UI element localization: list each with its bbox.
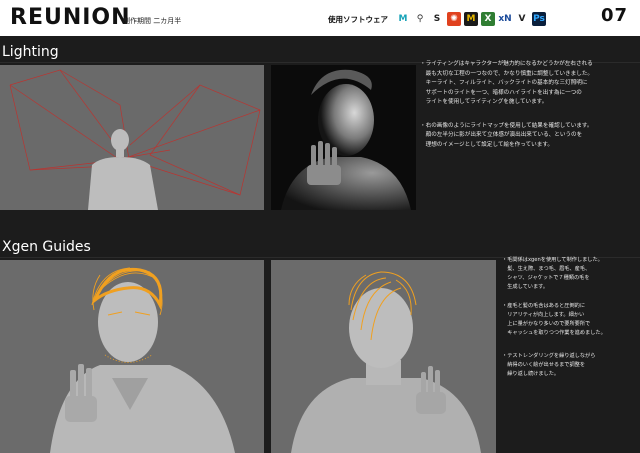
page-number: 07 [600, 5, 628, 26]
xgen-section-title: Xgen Guides [2, 239, 91, 255]
xgen-back-viewport-image [271, 260, 496, 453]
software-icon-row: M ⚲ S ✺ M XxN V Ps [396, 10, 546, 28]
xgen-text-1: ・毛関係はxgenを使用して制作しました。 髪、生え際、まつ毛、眉毛、産毛、 シ… [502, 257, 603, 290]
substance-icon: S [430, 12, 444, 26]
portfolio-page: REUNION 制作期間 二カ月半 使用ソフトウェア M ⚲ S ✺ M XxN V Ps 0… [0, 0, 640, 453]
xgen-text-2: ・産毛と髪の毛含はあると圧倒的に リアリティが向上します。細かい 上に量がかなり… [502, 303, 606, 336]
software-label: 使用ソフトウェア [328, 15, 388, 24]
arnold-icon: ✺ [447, 12, 461, 26]
lighting-section-title: Lighting [2, 44, 59, 60]
project-title: REUNION [10, 5, 131, 30]
xgen-description: ・毛関係はxgenを使用して制作しました。 髪、生え際、まつ毛、眉毛、産毛、 シ… [502, 256, 638, 385]
lighting-description: ・ライティングはキャラクターが魅力的になるかどうかが左右される 最も大切な工程の… [420, 60, 638, 156]
page-header: REUNION 制作期間 二カ月半 使用ソフトウェア M ⚲ S ✺ M XxN V Ps 0… [0, 0, 640, 36]
xgen-front-viewport-image [0, 260, 264, 453]
xgen-text-3: ・テストレンダリングを繰り返しながら 納得のいく絵が出せるまで調整を 繰り返し続… [502, 353, 596, 377]
xnormal-icon: xN [498, 12, 512, 26]
mari-icon: M [464, 12, 478, 26]
photoshop-icon: Ps [532, 12, 546, 26]
houdini-icon: ⚲ [413, 12, 427, 26]
lighting-text-2: ・右の画像のようにライトマップを使用して結果を確認しています。 顔の左半分に影が… [420, 122, 593, 148]
maya-icon: M [396, 12, 410, 26]
vray-icon: V [515, 12, 529, 26]
production-period: 制作期間 二カ月半 [123, 17, 182, 25]
lighting-render-image [271, 65, 416, 210]
lighting-viewport-image [0, 65, 264, 210]
lighting-text-1: ・ライティングはキャラクターが魅力的になるかどうかが左右される 最も大切な工程の… [420, 61, 594, 105]
xgen-icon: X [481, 12, 495, 26]
